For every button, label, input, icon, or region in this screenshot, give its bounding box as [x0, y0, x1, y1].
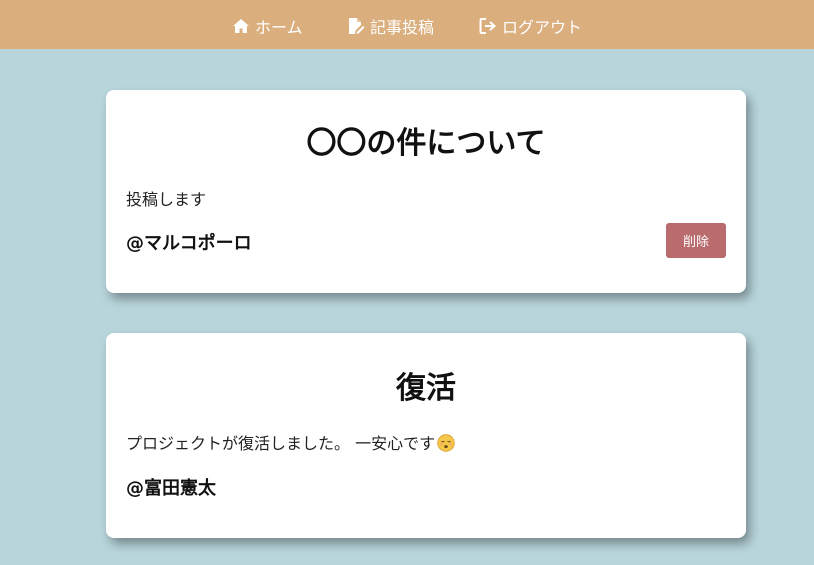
- post-card: 復活 プロジェクトが復活しました。 一安心です @富田憲太: [106, 333, 746, 538]
- post-title: 復活: [396, 371, 456, 406]
- logout-icon: [479, 17, 497, 35]
- nav-home-label: ホーム: [255, 18, 303, 37]
- post-body: プロジェクトが復活しました。 一安心です: [126, 430, 455, 454]
- post-author: @マルコポーロ: [126, 233, 252, 254]
- post-author: @富田憲太: [126, 478, 216, 499]
- nav-post-label: 記事投稿: [370, 18, 435, 37]
- post-title: 〇〇の件について: [306, 126, 546, 161]
- delete-button[interactable]: 削除: [666, 223, 726, 258]
- post-card: 〇〇の件について 投稿します @マルコポーロ 削除: [106, 90, 746, 293]
- top-navbar: ホーム 記事投稿 ログアウト: [0, 0, 814, 49]
- home-icon: [232, 17, 250, 35]
- nav-logout-label: ログアウト: [502, 18, 583, 37]
- nav-logout-link[interactable]: ログアウト: [479, 14, 582, 38]
- nav-home-link[interactable]: ホーム: [232, 14, 303, 38]
- post-body-text: プロジェクトが復活しました。 一安心です: [126, 434, 436, 453]
- edit-file-icon: [347, 17, 365, 35]
- relieved-face-icon: [437, 434, 455, 452]
- post-body: 投稿します: [126, 190, 207, 209]
- nav-post-link[interactable]: 記事投稿: [347, 14, 434, 38]
